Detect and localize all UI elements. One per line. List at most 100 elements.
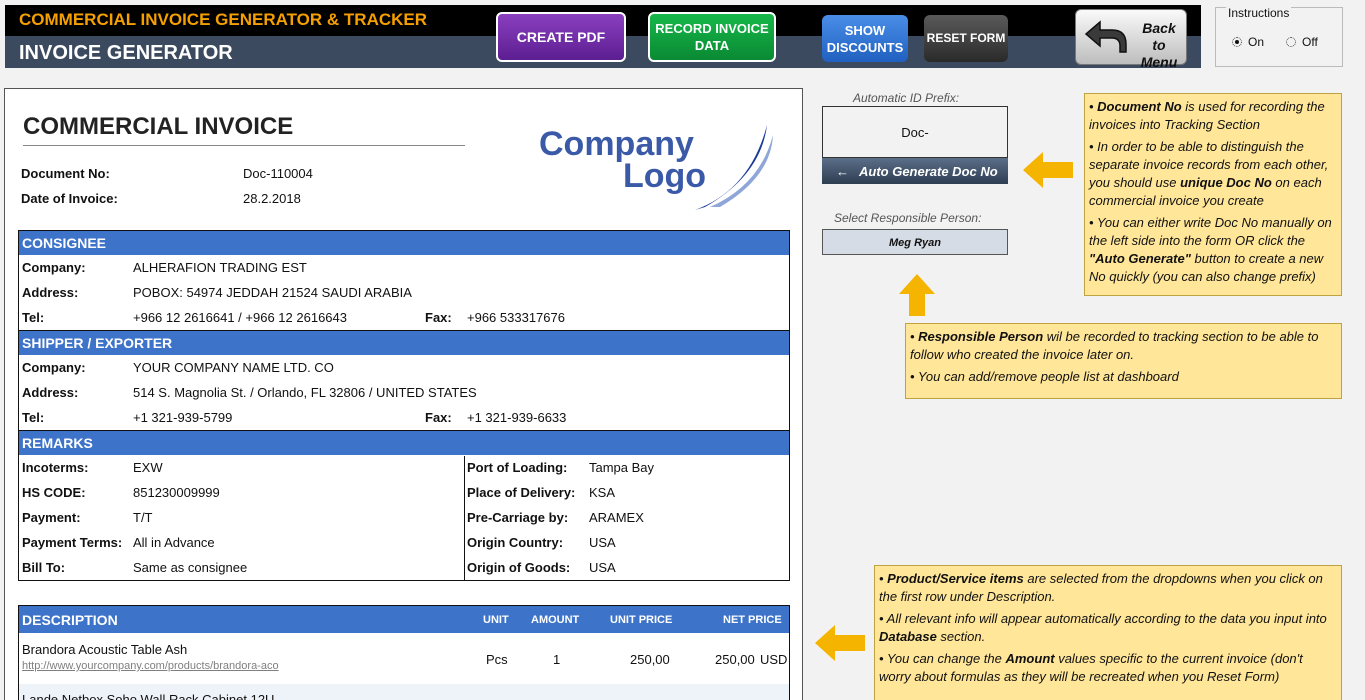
- shipper-fax-value[interactable]: +1 321-939-6633: [467, 410, 566, 425]
- shipper-address-label: Address:: [22, 385, 79, 400]
- payment-terms-value[interactable]: All in Advance: [133, 535, 215, 550]
- place-of-delivery-label: Place of Delivery:: [467, 485, 576, 500]
- item-currency: USD: [760, 652, 788, 667]
- remarks-row: Bill To: Same as consignee Origin of Goo…: [19, 555, 789, 580]
- radio-empty-icon: [1286, 37, 1296, 47]
- table-row[interactable]: Brandora Acoustic Table Ash http://www.y…: [19, 633, 789, 684]
- arrow-up-person-icon: [899, 274, 935, 316]
- back-to-menu-label: Back to Menu: [1140, 20, 1178, 70]
- instructions-on-radio[interactable]: On: [1232, 35, 1264, 49]
- consignee-fax-value[interactable]: +966 533317676: [467, 310, 565, 325]
- radio-selected-icon: [1232, 37, 1242, 47]
- consignee-tel-row: Tel: +966 12 2616641 / +966 12 2616643 F…: [19, 305, 789, 330]
- instructions-group: Instructions On Off: [1215, 6, 1343, 67]
- table-row[interactable]: Lande Netbox Soho Wall Rack Cabinet 12U: [19, 684, 789, 700]
- consignee-fax-label: Fax:: [425, 310, 452, 325]
- consignee-address-value[interactable]: POBOX: 54974 JEDDAH 21524 SAUDI ARABIA: [133, 285, 412, 300]
- shipper-section: SHIPPER / EXPORTER Company: YOUR COMPANY…: [18, 331, 790, 431]
- shipper-company-row: Company: YOUR COMPANY NAME LTD. CO: [19, 355, 789, 380]
- note-bold-text: Amount: [1005, 651, 1055, 666]
- back-to-menu-button[interactable]: Back to Menu: [1075, 9, 1187, 70]
- note-text: • All relevant info will appear automati…: [879, 611, 1327, 626]
- shipper-company-value[interactable]: YOUR COMPANY NAME LTD. CO: [133, 360, 334, 375]
- unit-price-column-header: UNIT PRICE: [610, 613, 673, 626]
- net-price-column-header: NET PRICE: [723, 613, 782, 626]
- invoice-sheet: COMMERCIAL INVOICE Company Logo Document…: [4, 88, 803, 700]
- arrow-left-doc-icon: [1023, 152, 1073, 188]
- logo-logo-text: Logo: [623, 157, 706, 195]
- items-header: DESCRIPTION UNIT AMOUNT UNIT PRICE NET P…: [19, 606, 789, 633]
- page-title: INVOICE GENERATOR: [19, 42, 233, 64]
- consignee-address-row: Address: POBOX: 54974 JEDDAH 21524 SAUDI…: [19, 280, 789, 305]
- item-description[interactable]: Brandora Acoustic Table Ash: [22, 642, 187, 657]
- item-unit: Pcs: [486, 652, 508, 667]
- auto-generate-button[interactable]: ← Auto Generate Doc No: [822, 158, 1008, 184]
- note-text: •: [1089, 99, 1098, 114]
- bill-to-label: Bill To:: [22, 560, 66, 575]
- app-title: COMMERCIAL INVOICE GENERATOR & TRACKER: [19, 10, 428, 29]
- unit-column-header: UNIT: [483, 613, 509, 626]
- shipper-tel-label: Tel:: [22, 410, 45, 425]
- payment-value[interactable]: T/T: [133, 510, 153, 525]
- port-of-loading-value[interactable]: Tampa Bay: [589, 460, 654, 475]
- description-column-header: DESCRIPTION: [22, 611, 118, 628]
- note-paragraph: • You can either write Doc No manually o…: [1089, 214, 1337, 286]
- note-bold-text: unique Doc No: [1180, 175, 1272, 190]
- pre-carriage-value[interactable]: ARAMEX: [589, 510, 644, 525]
- consignee-address-label: Address:: [22, 285, 79, 300]
- note-paragraph: • Document No is used for recording the …: [1089, 98, 1337, 134]
- arrow-left-items-icon: [815, 625, 865, 661]
- note-paragraph: • In order to be able to distinguish the…: [1089, 138, 1337, 210]
- consignee-tel-label: Tel:: [22, 310, 45, 325]
- reset-form-button[interactable]: RESET FORM: [924, 15, 1008, 62]
- note-bold-text: Product/Service items: [887, 571, 1024, 586]
- bill-to-value[interactable]: Same as consignee: [133, 560, 247, 575]
- origin-country-label: Origin Country:: [467, 535, 564, 550]
- responsible-person-select[interactable]: Meg Ryan: [822, 229, 1008, 255]
- place-of-delivery-value[interactable]: KSA: [589, 485, 615, 500]
- shipper-address-value[interactable]: 514 S. Magnolia St. / Orlando, FL 32806 …: [133, 385, 477, 400]
- back-arrow-icon: [1084, 20, 1127, 53]
- consignee-company-label: Company:: [22, 260, 86, 275]
- note-paragraph: • Product/Service items are selected fro…: [879, 570, 1337, 606]
- shipper-company-label: Company:: [22, 360, 86, 375]
- item-amount[interactable]: 1: [553, 652, 560, 667]
- prefix-input[interactable]: Doc-: [822, 106, 1008, 158]
- record-invoice-button[interactable]: RECORD INVOICE DATA: [648, 12, 776, 62]
- note-paragraph: • All relevant info will appear automati…: [879, 610, 1337, 646]
- note-text: • You can add/remove people list at dash…: [910, 369, 1179, 384]
- origin-country-value[interactable]: USA: [589, 535, 616, 550]
- instructions-on-label: On: [1248, 35, 1265, 49]
- hs-code-value[interactable]: 851230009999: [133, 485, 220, 500]
- note-bold-text: "Auto Generate": [1089, 251, 1191, 266]
- port-of-loading-label: Port of Loading:: [467, 460, 568, 475]
- shipper-header: SHIPPER / EXPORTER: [19, 331, 789, 355]
- remarks-header: REMARKS: [19, 431, 789, 455]
- pre-carriage-label: Pre-Carriage by:: [467, 510, 569, 525]
- invoice-title: COMMERCIAL INVOICE: [23, 113, 294, 140]
- item-description[interactable]: Lande Netbox Soho Wall Rack Cabinet 12U: [22, 692, 274, 700]
- consignee-tel-value[interactable]: +966 12 2616641 / +966 12 2616643: [133, 310, 347, 325]
- arrow-left-icon: ←: [836, 163, 849, 179]
- remarks-section: REMARKS Incoterms: EXW Port of Loading: …: [18, 431, 790, 581]
- origin-of-goods-value[interactable]: USA: [589, 560, 616, 575]
- incoterms-label: Incoterms:: [22, 460, 89, 475]
- item-link[interactable]: http://www.yourcompany.com/products/bran…: [22, 660, 279, 672]
- note-bold-text: Document No: [1097, 99, 1182, 114]
- doc-no-value[interactable]: Doc-110004: [243, 166, 313, 181]
- shipper-tel-value[interactable]: +1 321-939-5799: [133, 410, 232, 425]
- incoterms-value[interactable]: EXW: [133, 460, 163, 475]
- note-text: •: [879, 571, 888, 586]
- doc-no-label: Document No:: [21, 166, 110, 181]
- instructions-legend: Instructions: [1226, 6, 1292, 20]
- date-value[interactable]: 28.2.2018: [243, 191, 301, 206]
- note-bold-text: Responsible Person: [918, 329, 1044, 344]
- remarks-row: Payment Terms: All in Advance Origin Cou…: [19, 530, 789, 555]
- show-discounts-button[interactable]: SHOW DISCOUNTS: [822, 15, 908, 62]
- payment-label: Payment:: [22, 510, 81, 525]
- payment-terms-label: Payment Terms:: [22, 535, 123, 550]
- instructions-off-radio[interactable]: Off: [1286, 35, 1318, 49]
- create-pdf-button[interactable]: CREATE PDF: [496, 12, 626, 62]
- consignee-company-value[interactable]: ALHERAFION TRADING EST: [133, 260, 307, 275]
- note-paragraph: • You can change the Amount values speci…: [879, 650, 1337, 686]
